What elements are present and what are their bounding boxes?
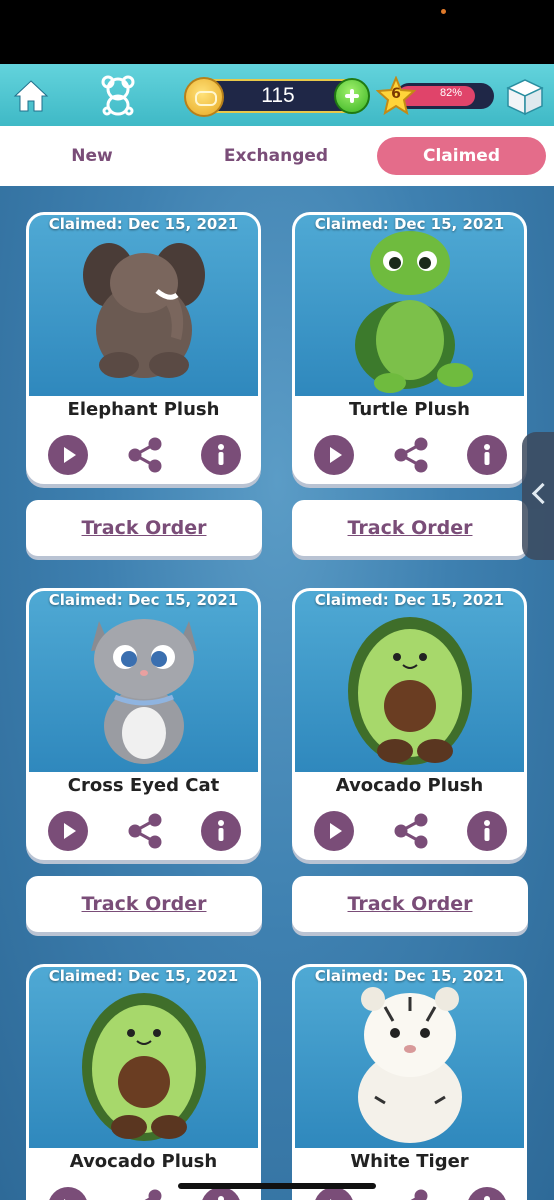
info-icon[interactable] [467,811,507,851]
item-image: Claimed: Dec 15, 2021 [295,591,524,772]
white-tiger-plush-image [358,987,462,1143]
item-image: Claimed: Dec 15, 2021 [29,591,258,772]
item-image: Claimed: Dec 15, 2021 [29,967,258,1148]
top-bar: 115 82% 6 [0,64,554,126]
claimed-date: Claimed: Dec 15, 2021 [314,215,505,233]
coin-amount: 115 [261,84,295,107]
status-bar [0,0,554,64]
tab-claimed[interactable]: Claimed [377,137,546,175]
gift-box-icon[interactable] [504,76,546,116]
item-card[interactable]: Claimed: Dec 15, 2021 Elephant Plush [26,212,261,484]
item-card[interactable]: Claimed: Dec 15, 2021 Cross Eyed Cat [26,588,261,860]
item-actions [29,811,258,851]
info-icon[interactable] [467,435,507,475]
play-icon[interactable] [314,811,354,851]
item-title: White Tiger [350,1151,469,1172]
avocado-plush-image [348,617,472,765]
item-image: Claimed: Dec 15, 2021 [29,215,258,396]
track-order-button[interactable]: Track Order [26,876,262,932]
item-title: Avocado Plush [335,775,484,796]
claimed-date: Claimed: Dec 15, 2021 [48,215,239,233]
item-actions [29,435,258,475]
coin-balance: 115 [184,77,370,117]
play-icon[interactable] [48,1187,88,1200]
play-icon[interactable] [48,811,88,851]
item-actions [295,811,524,851]
item-title: Elephant Plush [67,399,220,420]
turtle-plush-image [355,231,473,393]
elephant-plush-image [83,243,205,378]
track-order-button[interactable]: Track Order [26,500,262,556]
info-icon[interactable] [201,435,241,475]
info-icon[interactable] [201,811,241,851]
claimed-date: Claimed: Dec 15, 2021 [48,967,239,985]
track-order-button[interactable]: Track Order [292,500,528,556]
share-icon[interactable] [125,435,165,475]
side-drawer-handle[interactable] [522,432,554,560]
coin-icon [184,77,224,117]
teddy-bear-icon[interactable] [97,74,139,116]
tab-bar: New Exchanged Claimed [0,126,554,186]
item-title: Cross Eyed Cat [67,775,220,796]
add-coins-button[interactable] [334,78,370,114]
item-card[interactable]: Claimed: Dec 15, 2021 Avocado Plush [26,964,261,1200]
play-icon[interactable] [48,435,88,475]
info-icon[interactable] [467,1187,507,1200]
item-title: Turtle Plush [349,399,470,420]
tab-new[interactable]: New [40,137,144,175]
play-icon[interactable] [314,435,354,475]
home-indicator [178,1183,376,1189]
share-icon[interactable] [125,811,165,851]
item-actions [295,435,524,475]
claimed-date: Claimed: Dec 15, 2021 [314,591,505,609]
share-icon[interactable] [391,435,431,475]
claimed-date: Claimed: Dec 15, 2021 [48,591,239,609]
item-image: Claimed: Dec 15, 2021 [295,215,524,396]
privacy-indicator-dot [441,9,446,14]
share-icon[interactable] [391,811,431,851]
tab-exchanged[interactable]: Exchanged [200,137,352,175]
cross-eyed-cat-image [91,619,197,764]
item-card[interactable]: Claimed: Dec 15, 2021 Avocado Plush [292,588,527,860]
claimed-items-grid: Claimed: Dec 15, 2021 Elephant Plush Tra… [0,186,554,1200]
track-order-button[interactable]: Track Order [292,876,528,932]
item-title: Avocado Plush [69,1151,218,1172]
share-icon[interactable] [391,1187,431,1200]
item-image: Claimed: Dec 15, 2021 [295,967,524,1148]
avocado-plush-image [82,993,206,1141]
share-icon[interactable] [125,1187,165,1200]
level-number: 6 [391,86,401,102]
home-icon[interactable] [12,78,50,114]
item-card[interactable]: Claimed: Dec 15, 2021 White Tiger [292,964,527,1200]
item-card[interactable]: Claimed: Dec 15, 2021 Turtle Plush [292,212,527,484]
claimed-date: Claimed: Dec 15, 2021 [314,967,505,985]
